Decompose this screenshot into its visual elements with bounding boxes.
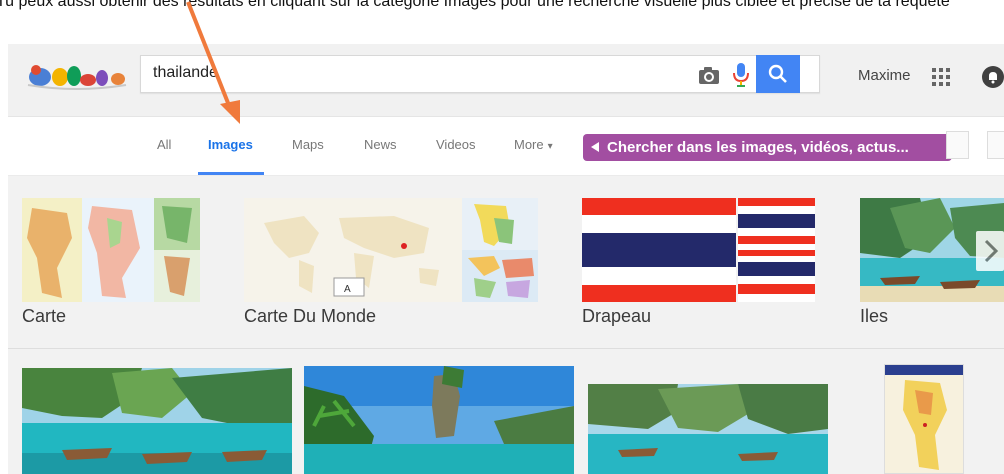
tab-more-label: More [514, 137, 544, 152]
search-header: thailande Maxime [8, 44, 1004, 117]
search-tabs-bar: All Images Maps News Videos More ▾ Cherch… [8, 117, 1004, 176]
category-label-drapeau[interactable]: Drapeau [582, 306, 651, 327]
tab-more[interactable]: More ▾ [514, 137, 553, 152]
category-label-carte[interactable]: Carte [22, 306, 66, 327]
caret-down-icon: ▾ [547, 141, 553, 152]
svg-text:A: A [344, 284, 351, 295]
callout-left-arrow-icon [591, 142, 599, 152]
annotation-caption: Tu peux aussi obtenir des résultats en c… [0, 0, 950, 10]
account-name[interactable]: Maxime [858, 67, 911, 84]
tab-all[interactable]: All [157, 137, 171, 152]
tutorial-callout: Chercher dans les images, vidéos, actus.… [583, 134, 952, 161]
tab-news[interactable]: News [364, 137, 397, 152]
category-label-carte-du-monde[interactable]: Carte Du Monde [244, 306, 376, 327]
search-icon [768, 64, 787, 83]
section-divider [8, 348, 1004, 349]
notifications-bell-icon[interactable] [982, 66, 1004, 88]
camera-icon[interactable] [697, 64, 721, 86]
category-label-iles[interactable]: Iles [860, 306, 888, 327]
apps-grid-icon[interactable] [932, 68, 950, 86]
result-image-4[interactable] [884, 364, 964, 474]
microphone-icon[interactable] [731, 62, 751, 88]
tab-videos[interactable]: Videos [436, 137, 476, 152]
annotation-arrow-icon [186, 1, 240, 124]
tab-images[interactable]: Images [208, 137, 253, 152]
category-thumbnail-carte[interactable] [22, 198, 200, 302]
search-tools-button[interactable] [946, 131, 969, 159]
tab-maps[interactable]: Maps [292, 137, 324, 152]
settings-button[interactable] [987, 131, 1004, 159]
chevron-right-icon [984, 239, 999, 263]
annotation-caption-strip: Tu peux aussi obtenir des résultats en c… [0, 0, 1004, 24]
google-doodle-logo[interactable] [26, 53, 130, 93]
result-image-3[interactable] [588, 384, 828, 474]
category-thumbnail-drapeau[interactable] [582, 198, 815, 302]
callout-text: Chercher dans les images, vidéos, actus.… [607, 139, 909, 156]
result-image-1[interactable] [22, 368, 292, 474]
carousel-next-button[interactable] [976, 231, 1004, 271]
image-results-area: Carte A Carte Du Monde Drapeau Iles [8, 176, 1004, 474]
active-tab-indicator [198, 172, 264, 175]
category-thumbnail-carte-du-monde[interactable]: A [244, 198, 538, 302]
search-button[interactable] [756, 55, 800, 93]
result-image-2[interactable] [304, 366, 574, 474]
